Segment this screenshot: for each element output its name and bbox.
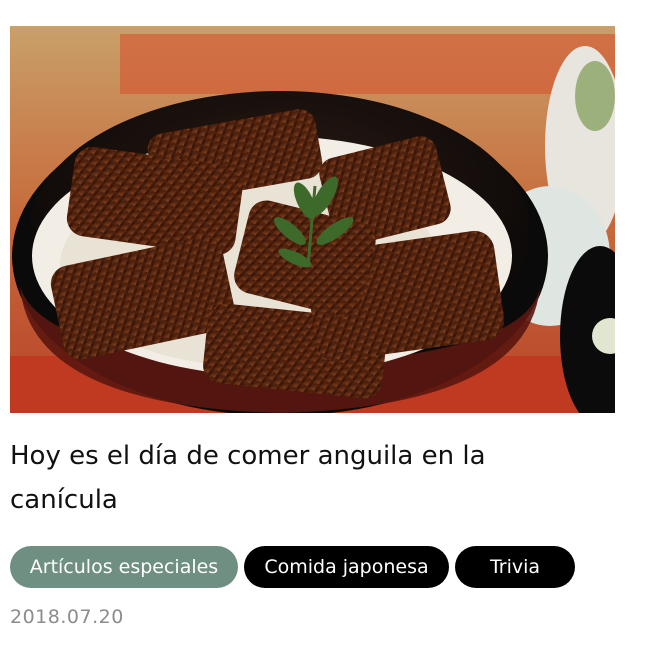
article-thumbnail[interactable]: [10, 26, 615, 413]
tag-articulos-especiales[interactable]: Artículos especiales: [10, 546, 238, 588]
tag-list: Artículos especiales Comida japonesa Tri…: [10, 546, 575, 588]
tag-trivia[interactable]: Trivia: [455, 546, 575, 588]
article-title[interactable]: Hoy es el día de comer anguila en la can…: [10, 434, 570, 522]
tag-comida-japonesa[interactable]: Comida japonesa: [244, 546, 449, 588]
publish-date: 2018.07.20: [10, 606, 124, 628]
